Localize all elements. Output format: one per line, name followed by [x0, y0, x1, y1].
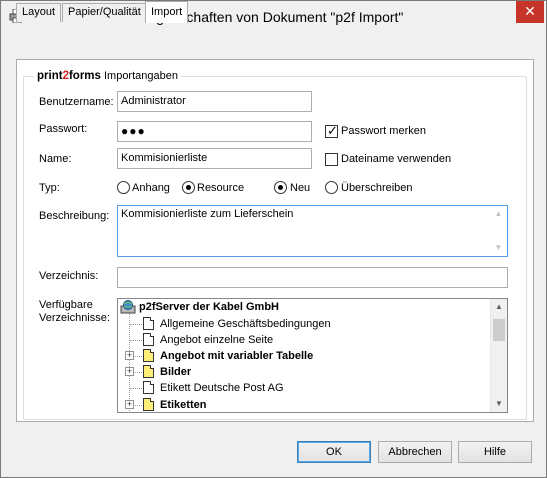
- name-label: Name:: [39, 153, 72, 165]
- document-stack-icon: [140, 398, 154, 412]
- name-input[interactable]: Kommisionierliste: [117, 148, 312, 169]
- radio-ueberschreiben[interactable]: [325, 181, 338, 194]
- brand-prefix: print: [37, 70, 63, 82]
- scroll-up-icon[interactable]: ▲: [491, 301, 507, 313]
- dialog-window: Eigenschaften von Dokument "p2f Import" …: [0, 0, 547, 478]
- expand-plus-icon[interactable]: +: [125, 367, 134, 376]
- passwort-input[interactable]: ●●●: [117, 121, 312, 142]
- verfuegbare-label-line2: Verzeichnisse:: [39, 312, 110, 324]
- beschreibung-scrollbar[interactable]: ▲ ▼: [490, 206, 507, 256]
- close-button[interactable]: ✕: [516, 1, 544, 23]
- expand-plus-icon[interactable]: +: [125, 351, 134, 360]
- benutzername-input[interactable]: Administrator: [117, 91, 312, 112]
- radio-neu[interactable]: [274, 181, 287, 194]
- scroll-down-icon[interactable]: ▼: [491, 398, 507, 410]
- tree-item-angebot-einzeln[interactable]: Angebot einzelne Seite: [160, 332, 273, 348]
- document-icon: [143, 381, 154, 394]
- abbrechen-button[interactable]: Abbrechen: [378, 441, 452, 463]
- group-legend: print2forms Importangaben: [34, 70, 181, 82]
- tab-import[interactable]: Import: [145, 1, 189, 23]
- beschreibung-textarea[interactable]: Kommisionierliste zum Lieferschein ▲ ▼: [117, 205, 508, 257]
- radio-anhang-label[interactable]: Anhang: [132, 182, 170, 194]
- tree-connector: [135, 405, 142, 406]
- expand-plus-icon[interactable]: +: [125, 400, 134, 409]
- tree-item-etikett-post[interactable]: Etikett Deutsche Post AG: [160, 380, 284, 396]
- beschreibung-label: Beschreibung:: [39, 210, 110, 222]
- tree-guide-line: [129, 313, 130, 412]
- ok-button[interactable]: OK: [297, 441, 371, 463]
- tree-item-agb[interactable]: Allgemeine Geschäftsbedingungen: [160, 316, 331, 332]
- brand-suffix: forms: [68, 70, 101, 82]
- verfuegbare-label-line1: Verfügbare: [39, 299, 93, 311]
- tree-root-server[interactable]: p2fServer der Kabel GmbH: [139, 299, 279, 315]
- tree-item-etiketten[interactable]: Etiketten: [160, 397, 206, 412]
- passwort-label: Passwort:: [39, 123, 88, 135]
- scroll-down-icon[interactable]: ▼: [490, 243, 507, 253]
- document-icon: [143, 333, 154, 346]
- benutzername-label: Benutzername:: [39, 96, 114, 108]
- dateiname-verwenden-checkbox[interactable]: [325, 153, 338, 166]
- tree-item-bilder[interactable]: Bilder: [160, 364, 191, 380]
- print2forms-logo: print2forms: [37, 70, 101, 82]
- typ-label: Typ:: [39, 182, 60, 194]
- tree-connector: [130, 340, 142, 341]
- tree-connector: [130, 388, 142, 389]
- checkmark-icon: ✓: [327, 123, 338, 138]
- tree-item-angebot-variabel[interactable]: Angebot mit variabler Tabelle: [160, 348, 313, 364]
- tree-connector: [130, 324, 142, 325]
- hilfe-button[interactable]: Hilfe: [458, 441, 532, 463]
- tree-connector: [135, 356, 142, 357]
- tree-scrollbar[interactable]: ▲ ▼: [490, 299, 507, 412]
- verzeichnis-input[interactable]: [117, 267, 508, 288]
- document-stack-icon: [140, 365, 154, 381]
- scroll-up-icon[interactable]: ▲: [490, 209, 507, 219]
- tree-connector: [135, 372, 142, 373]
- radio-neu-label[interactable]: Neu: [290, 182, 310, 194]
- group-legend-text: Importangaben: [100, 70, 178, 82]
- document-icon: [143, 317, 154, 330]
- radio-resource-label[interactable]: Resource: [197, 182, 244, 194]
- document-stack-icon: [140, 349, 154, 365]
- dateiname-verwenden-label[interactable]: Dateiname verwenden: [341, 153, 451, 165]
- beschreibung-text: Kommisionierliste zum Lieferschein: [121, 208, 294, 220]
- scrollbar-thumb[interactable]: [493, 319, 505, 341]
- radio-anhang[interactable]: [117, 181, 130, 194]
- tab-layout[interactable]: Layout: [16, 3, 62, 22]
- verzeichnis-label: Verzeichnis:: [39, 270, 99, 282]
- radio-ueberschreiben-label[interactable]: Überschreiben: [341, 182, 413, 194]
- tab-papier-qualitaet[interactable]: Papier/Qualität: [62, 3, 147, 22]
- passwort-merken-label[interactable]: Passwort merken: [341, 125, 426, 137]
- passwort-merken-checkbox[interactable]: ✓: [325, 123, 338, 138]
- radio-resource[interactable]: [182, 181, 195, 194]
- directory-tree[interactable]: p2fServer der Kabel GmbH Allgemeine Gesc…: [117, 298, 508, 413]
- server-globe-icon: [120, 300, 136, 314]
